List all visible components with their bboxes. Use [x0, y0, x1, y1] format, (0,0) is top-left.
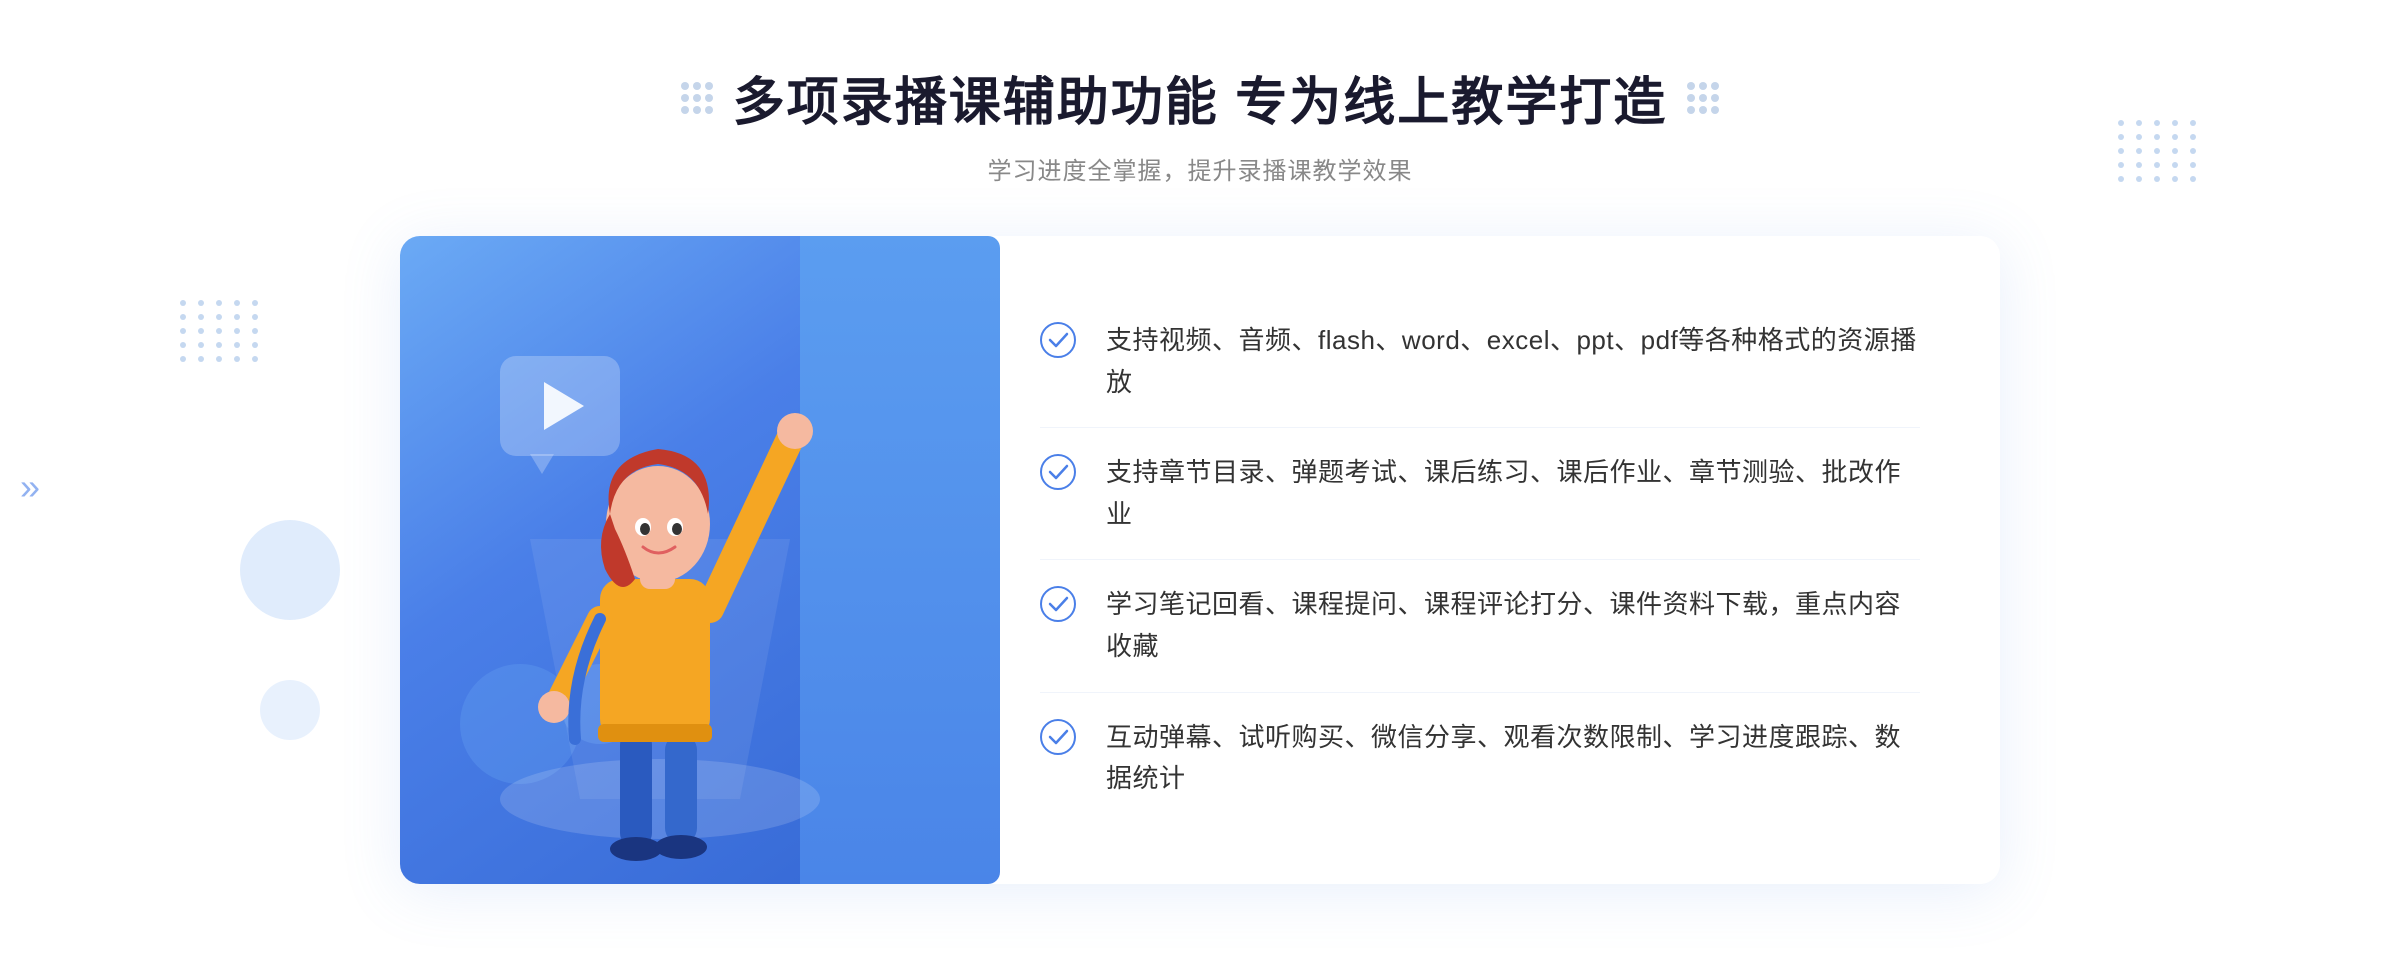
feature-item-4: 互动弹幕、试听购买、微信分享、观看次数限制、学习进度跟踪、数据统计 [1040, 693, 1920, 824]
page-container: 多项录播课辅助功能 专为线上教学打造 学习进度全掌握，提升录播课教学效果 » [0, 0, 2400, 974]
outer-dots-left [180, 300, 262, 362]
check-icon-2 [1040, 454, 1076, 490]
feature-text-4: 互动弹幕、试听购买、微信分享、观看次数限制、学习进度跟踪、数据统计 [1106, 717, 1920, 800]
check-icon-1 [1040, 322, 1076, 358]
left-title-decoration [681, 82, 713, 114]
blue-circle-decoration-1 [240, 520, 340, 620]
person-illustration [480, 339, 840, 884]
feature-text-3: 学习笔记回看、课程提问、课程评论打分、课件资料下载，重点内容收藏 [1106, 584, 1920, 667]
content-card: 支持视频、音频、flash、word、excel、ppt、pdf等各种格式的资源… [400, 236, 2000, 884]
features-area: 支持视频、音频、flash、word、excel、ppt、pdf等各种格式的资源… [940, 236, 2000, 884]
header-section: 多项录播课辅助功能 专为线上教学打造 学习进度全掌握，提升录播课教学效果 [681, 60, 1719, 186]
feature-text-2: 支持章节目录、弹题考试、课后练习、课后作业、章节测验、批改作业 [1106, 452, 1920, 535]
header-title-row: 多项录播课辅助功能 专为线上教学打造 [681, 60, 1719, 135]
left-arrow-decoration: » [20, 466, 40, 508]
main-title: 多项录播课辅助功能 专为线上教学打造 [733, 60, 1667, 135]
check-icon-4 [1040, 719, 1076, 755]
blue-circle-decoration-2 [260, 680, 320, 740]
feature-text-1: 支持视频、音频、flash、word、excel、ppt、pdf等各种格式的资源… [1106, 320, 1920, 403]
right-title-decoration [1687, 82, 1719, 114]
outer-dots-right [2118, 120, 2200, 182]
feature-item-1: 支持视频、音频、flash、word、excel、ppt、pdf等各种格式的资源… [1040, 296, 1920, 428]
feature-item-3: 学习笔记回看、课程提问、课程评论打分、课件资料下载，重点内容收藏 [1040, 560, 1920, 692]
check-icon-3 [1040, 586, 1076, 622]
sub-title: 学习进度全掌握，提升录播课教学效果 [681, 151, 1719, 186]
feature-item-2: 支持章节目录、弹题考试、课后练习、课后作业、章节测验、批改作业 [1040, 428, 1920, 560]
illustration-area [400, 236, 940, 884]
